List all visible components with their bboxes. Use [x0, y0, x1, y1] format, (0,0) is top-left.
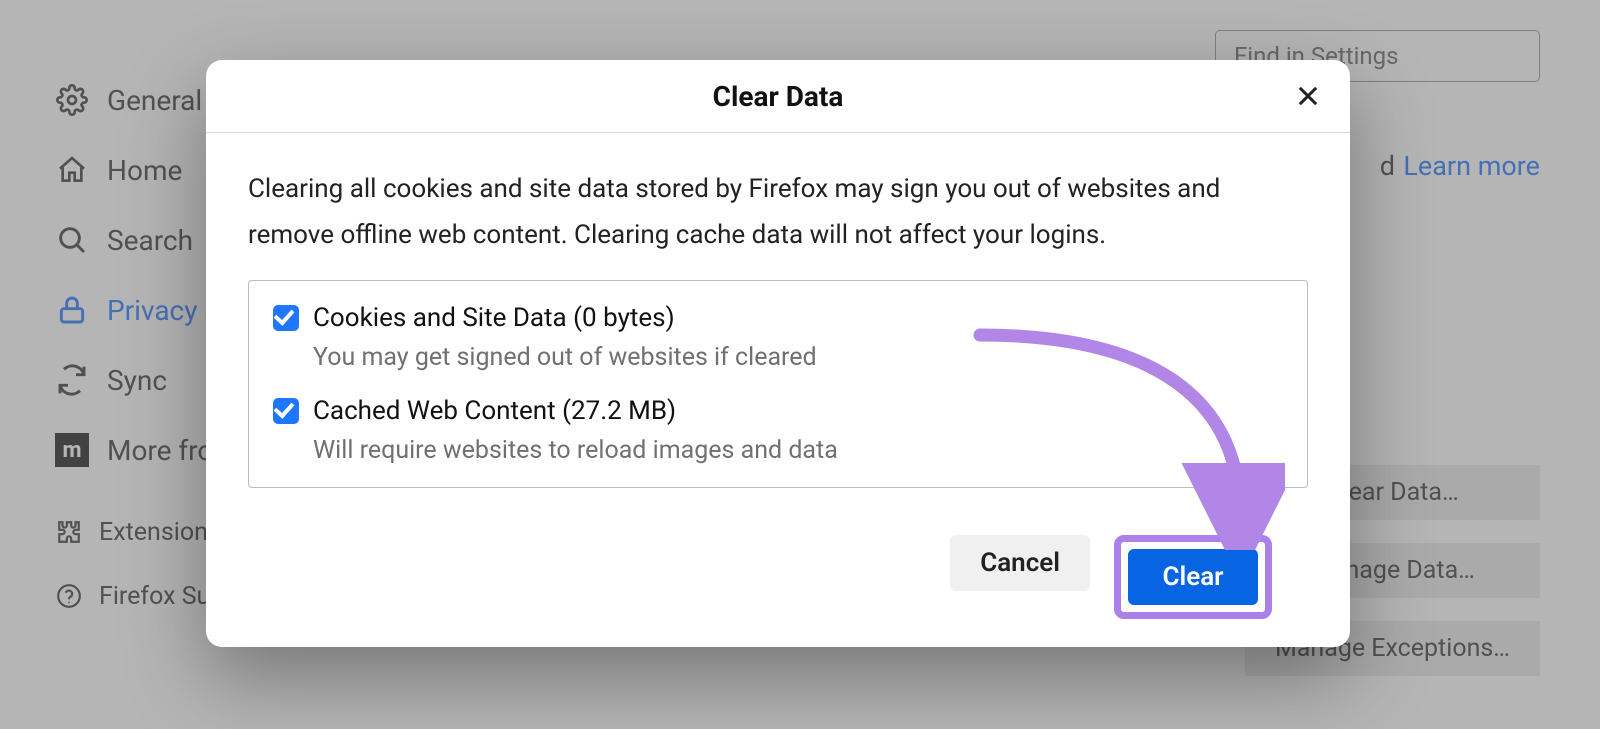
- clear-button[interactable]: Clear: [1128, 549, 1258, 605]
- cancel-button[interactable]: Cancel: [950, 535, 1090, 591]
- dialog-body: Clearing all cookies and site data store…: [206, 133, 1350, 647]
- close-icon[interactable]: [1294, 82, 1322, 110]
- annotation-highlight-box: Clear: [1114, 535, 1272, 619]
- option-label: Cookies and Site Data (0 bytes): [313, 303, 675, 333]
- dialog-header: Clear Data: [206, 60, 1350, 133]
- option-label: Cached Web Content (27.2 MB): [313, 396, 676, 426]
- option-description: Will require websites to reload images a…: [313, 436, 1283, 465]
- option-description: You may get signed out of websites if cl…: [313, 343, 1283, 372]
- dialog-title: Clear Data: [713, 80, 844, 113]
- clear-data-dialog: Clear Data Clearing all cookies and site…: [206, 60, 1350, 647]
- option-cookies-site-data: Cookies and Site Data (0 bytes) You may …: [273, 303, 1283, 372]
- option-cached-web-content: Cached Web Content (27.2 MB) Will requir…: [273, 396, 1283, 465]
- dialog-description: Clearing all cookies and site data store…: [248, 167, 1308, 258]
- dialog-footer: Cancel Clear: [248, 535, 1308, 647]
- checkbox-cookies[interactable]: [273, 305, 299, 331]
- checkbox-cache[interactable]: [273, 398, 299, 424]
- options-group: Cookies and Site Data (0 bytes) You may …: [248, 280, 1308, 488]
